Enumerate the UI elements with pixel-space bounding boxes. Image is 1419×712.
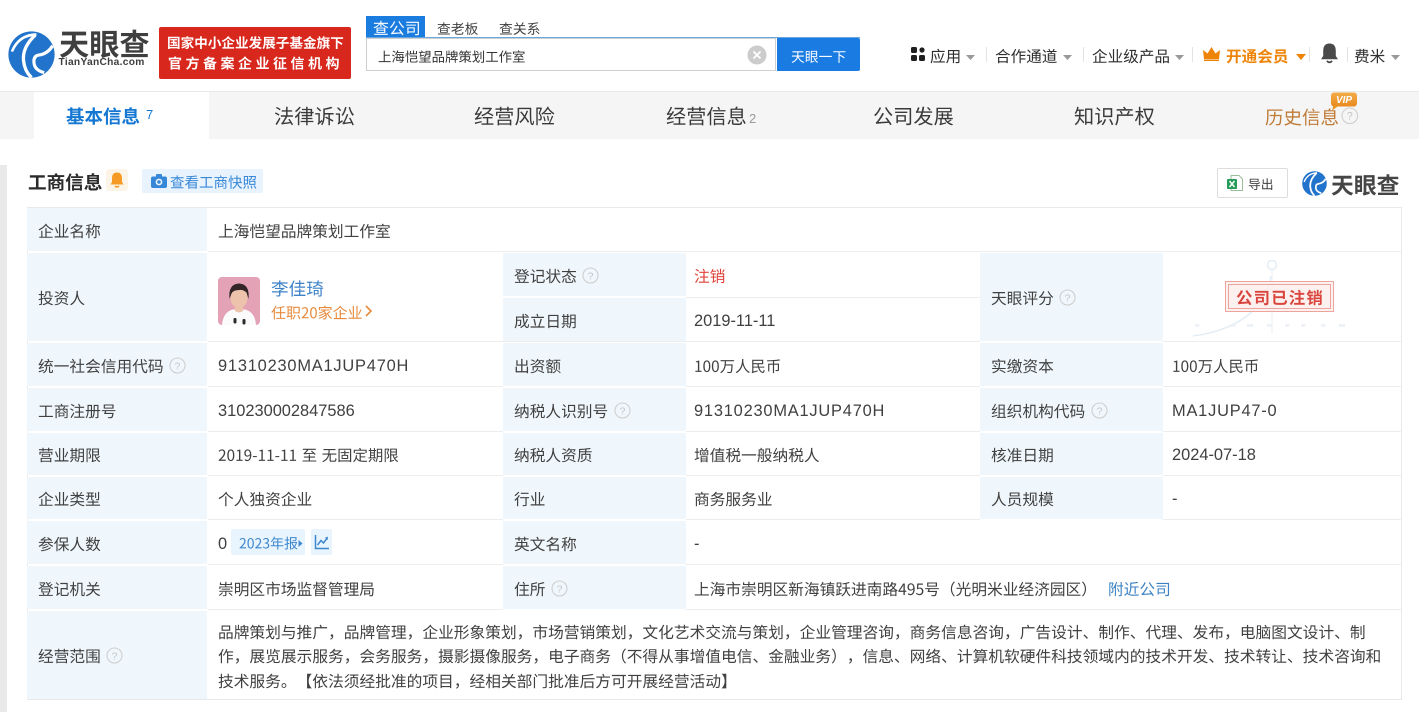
svg-text:?: ? bbox=[175, 361, 181, 372]
svg-text:?: ? bbox=[619, 406, 625, 417]
svg-text:VIP: VIP bbox=[1336, 95, 1352, 106]
svg-text:?: ? bbox=[557, 584, 563, 595]
svg-text:?: ? bbox=[1065, 293, 1071, 304]
svg-text:?: ? bbox=[112, 651, 118, 662]
svg-text:?: ? bbox=[588, 271, 594, 282]
svg-text:?: ? bbox=[1096, 406, 1102, 417]
svg-text:?: ? bbox=[1347, 111, 1353, 123]
